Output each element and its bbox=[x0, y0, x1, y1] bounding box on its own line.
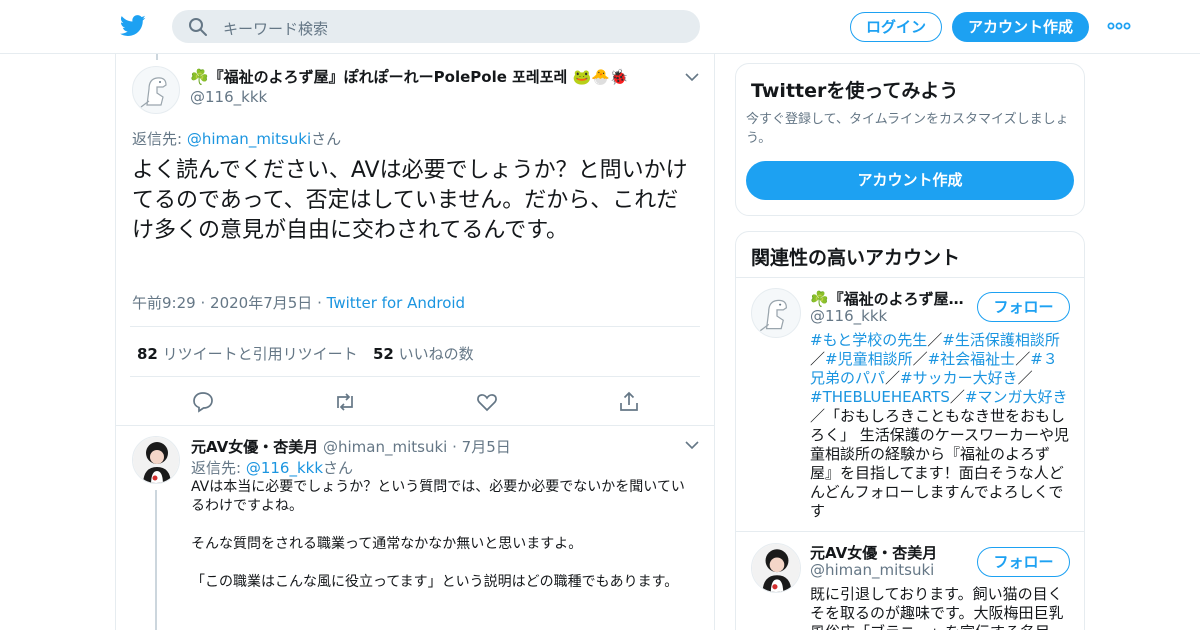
hashtag-link[interactable]: #THEBLUEHEARTS bbox=[810, 388, 950, 406]
twitter-logo-icon[interactable] bbox=[120, 14, 146, 38]
timeline-column: ☘️『福祉のよろず屋』ぽれぽーれーPolePole 포레포레 🐸🐣🐞 @116_… bbox=[115, 54, 715, 630]
reply-author-handle: @himan_mitsuki bbox=[322, 438, 448, 456]
hashtag-link[interactable]: #サッカー大好き bbox=[900, 369, 1018, 387]
tweet-text: よく読んでください、AVは必要でしょうか？と問いかけてるのであって、否定はしてい… bbox=[132, 158, 688, 243]
reply-author-name: 元AV女優・杏美月 bbox=[191, 438, 319, 456]
tweet-date[interactable]: 2020年7月5日 bbox=[210, 294, 312, 312]
search-input[interactable]: キーワード検索 bbox=[223, 18, 328, 39]
reply-to: 返信先: @116_kkkさん bbox=[191, 457, 353, 478]
likes-label: いいねの数 bbox=[398, 345, 474, 363]
reply-date[interactable]: 7月5日 bbox=[462, 438, 511, 456]
divider bbox=[736, 277, 1084, 278]
account-bio: #もと学校の先生／#生活保護相談所／#児童相談所／#社会福祉士／#３兄弟のパパ／… bbox=[810, 331, 1070, 520]
retweets-stat[interactable]: 82 リツイートと引用リツイート bbox=[137, 343, 358, 364]
reply-author[interactable]: 元AV女優・杏美月 @himan_mitsuki · 7月5日 bbox=[191, 436, 511, 457]
related-accounts-card: 関連性の高いアカウント ☘️『福祉のよろず屋… @116_kkk フォロー #も… bbox=[735, 231, 1085, 630]
reply-to-prefix: 返信先: bbox=[132, 130, 187, 148]
hashtag-link[interactable]: #マンガ大好き bbox=[965, 388, 1068, 406]
reply-to-prefix: 返信先: bbox=[191, 459, 246, 477]
reply-to-suffix: さん bbox=[311, 130, 342, 148]
login-button[interactable]: ログイン bbox=[850, 12, 942, 42]
reply-paragraph: AVは本当に必要でしょうか？という質問では、必要か必要でないかを聞いているわけで… bbox=[191, 479, 685, 514]
author-name-text: ☘️『福祉のよろず屋』ぽれぽーれーPolePole 포레포레 bbox=[190, 68, 568, 86]
panda-avatar-icon bbox=[133, 437, 179, 483]
author-emoji: 🐸🐣🐞 bbox=[572, 68, 629, 86]
tweet-time[interactable]: 午前9:29 bbox=[132, 294, 196, 312]
chevron-down-icon[interactable] bbox=[685, 72, 699, 82]
reply-to-link[interactable]: @himan_mitsuki bbox=[187, 130, 311, 148]
retweets-count: 82 bbox=[137, 345, 158, 363]
account-handle[interactable]: @himan_mitsuki bbox=[810, 561, 934, 579]
hashtag-link[interactable]: #生活保護相談所 bbox=[942, 331, 1060, 349]
follow-button[interactable]: フォロー bbox=[977, 292, 1070, 322]
signup-card-description: 今すぐ登録して、タイムラインをカスタマイズしましょう。 bbox=[746, 112, 1069, 146]
retweet-icon[interactable] bbox=[333, 390, 357, 414]
likes-stat[interactable]: 52 いいねの数 bbox=[373, 343, 474, 364]
follow-button[interactable]: フォロー bbox=[977, 547, 1070, 577]
account-name[interactable]: 元AV女優・杏美月 bbox=[810, 542, 970, 563]
top-bar: キーワード検索 ログイン アカウント作成 bbox=[0, 0, 1200, 54]
reply-to-suffix: さん bbox=[323, 459, 354, 477]
reply-to-link[interactable]: @116_kkk bbox=[246, 459, 323, 477]
thread-line bbox=[156, 54, 158, 60]
dinosaur-avatar-icon bbox=[140, 77, 167, 108]
reply-icon[interactable] bbox=[191, 390, 215, 414]
avatar[interactable] bbox=[132, 436, 180, 484]
meta-separator: · bbox=[452, 438, 457, 456]
hashtag-link[interactable]: #もと学校の先生 bbox=[810, 331, 927, 349]
related-accounts-title: 関連性の高いアカウント bbox=[751, 247, 961, 269]
reply-text: AVは本当に必要でしょうか？という質問では、必要か必要でないかを聞いているわけで… bbox=[191, 478, 691, 611]
retweets-label: リツイートと引用リツイート bbox=[162, 345, 358, 363]
hashtag-link[interactable]: #児童相談所 bbox=[825, 350, 913, 368]
account-name[interactable]: ☘️『福祉のよろず屋… bbox=[810, 288, 970, 309]
account-bio: 既に引退しております。飼い猫の目くそを取るのが趣味です。大阪梅田巨乳風俗店「ブラ… bbox=[810, 585, 1064, 630]
avatar[interactable] bbox=[132, 66, 180, 114]
reply-paragraph: そんな質問をされる職業って通常なかなか無いと思いますよ。 bbox=[191, 536, 583, 552]
likes-count: 52 bbox=[373, 345, 394, 363]
search-icon bbox=[189, 18, 207, 36]
avatar[interactable] bbox=[751, 543, 801, 593]
thread-line bbox=[155, 490, 157, 630]
signup-card: Twitterを使ってみよう 今すぐ登録して、タイムラインをカスタマイズしましょ… bbox=[735, 63, 1085, 216]
meta-separator: · bbox=[200, 294, 206, 312]
hashtag-link[interactable]: #社会福祉士 bbox=[928, 350, 1016, 368]
tweet-source[interactable]: Twitter for Android bbox=[327, 294, 465, 312]
divider bbox=[736, 531, 1084, 532]
chevron-down-icon[interactable] bbox=[685, 440, 699, 450]
account-bio-text: ／「おもしろきこともなき世をおもしろく」 生活保護のケースワーカーや児童相談所の… bbox=[810, 407, 1070, 520]
like-icon[interactable] bbox=[475, 390, 499, 414]
dinosaur-avatar-icon bbox=[759, 299, 788, 332]
panda-avatar-icon bbox=[752, 544, 800, 592]
tweet-stats: 82 リツイートと引用リツイート 52 いいねの数 bbox=[130, 326, 700, 377]
more-icon[interactable] bbox=[1107, 18, 1131, 34]
signup-card-button[interactable]: アカウント作成 bbox=[746, 161, 1074, 200]
avatar[interactable] bbox=[751, 288, 801, 338]
search-bar[interactable]: キーワード検索 bbox=[172, 10, 700, 43]
author-handle[interactable]: @116_kkk bbox=[190, 88, 267, 106]
tweet-meta: 午前9:29 · 2020年7月5日 · Twitter for Android bbox=[132, 292, 465, 313]
share-icon[interactable] bbox=[617, 390, 641, 414]
meta-separator: · bbox=[317, 294, 322, 312]
reply-to: 返信先: @himan_mitsukiさん bbox=[132, 128, 341, 149]
author-name[interactable]: ☘️『福祉のよろず屋』ぽれぽーれーPolePole 포레포레 🐸🐣🐞 bbox=[190, 66, 629, 87]
divider bbox=[116, 425, 714, 426]
reply-paragraph: 「この職業はこんな風に役立ってます」という説明はどの職種でもあります。 bbox=[191, 574, 679, 590]
account-handle[interactable]: @116_kkk bbox=[810, 307, 887, 325]
signup-card-title: Twitterを使ってみよう bbox=[751, 80, 959, 102]
signup-button[interactable]: アカウント作成 bbox=[952, 12, 1089, 42]
